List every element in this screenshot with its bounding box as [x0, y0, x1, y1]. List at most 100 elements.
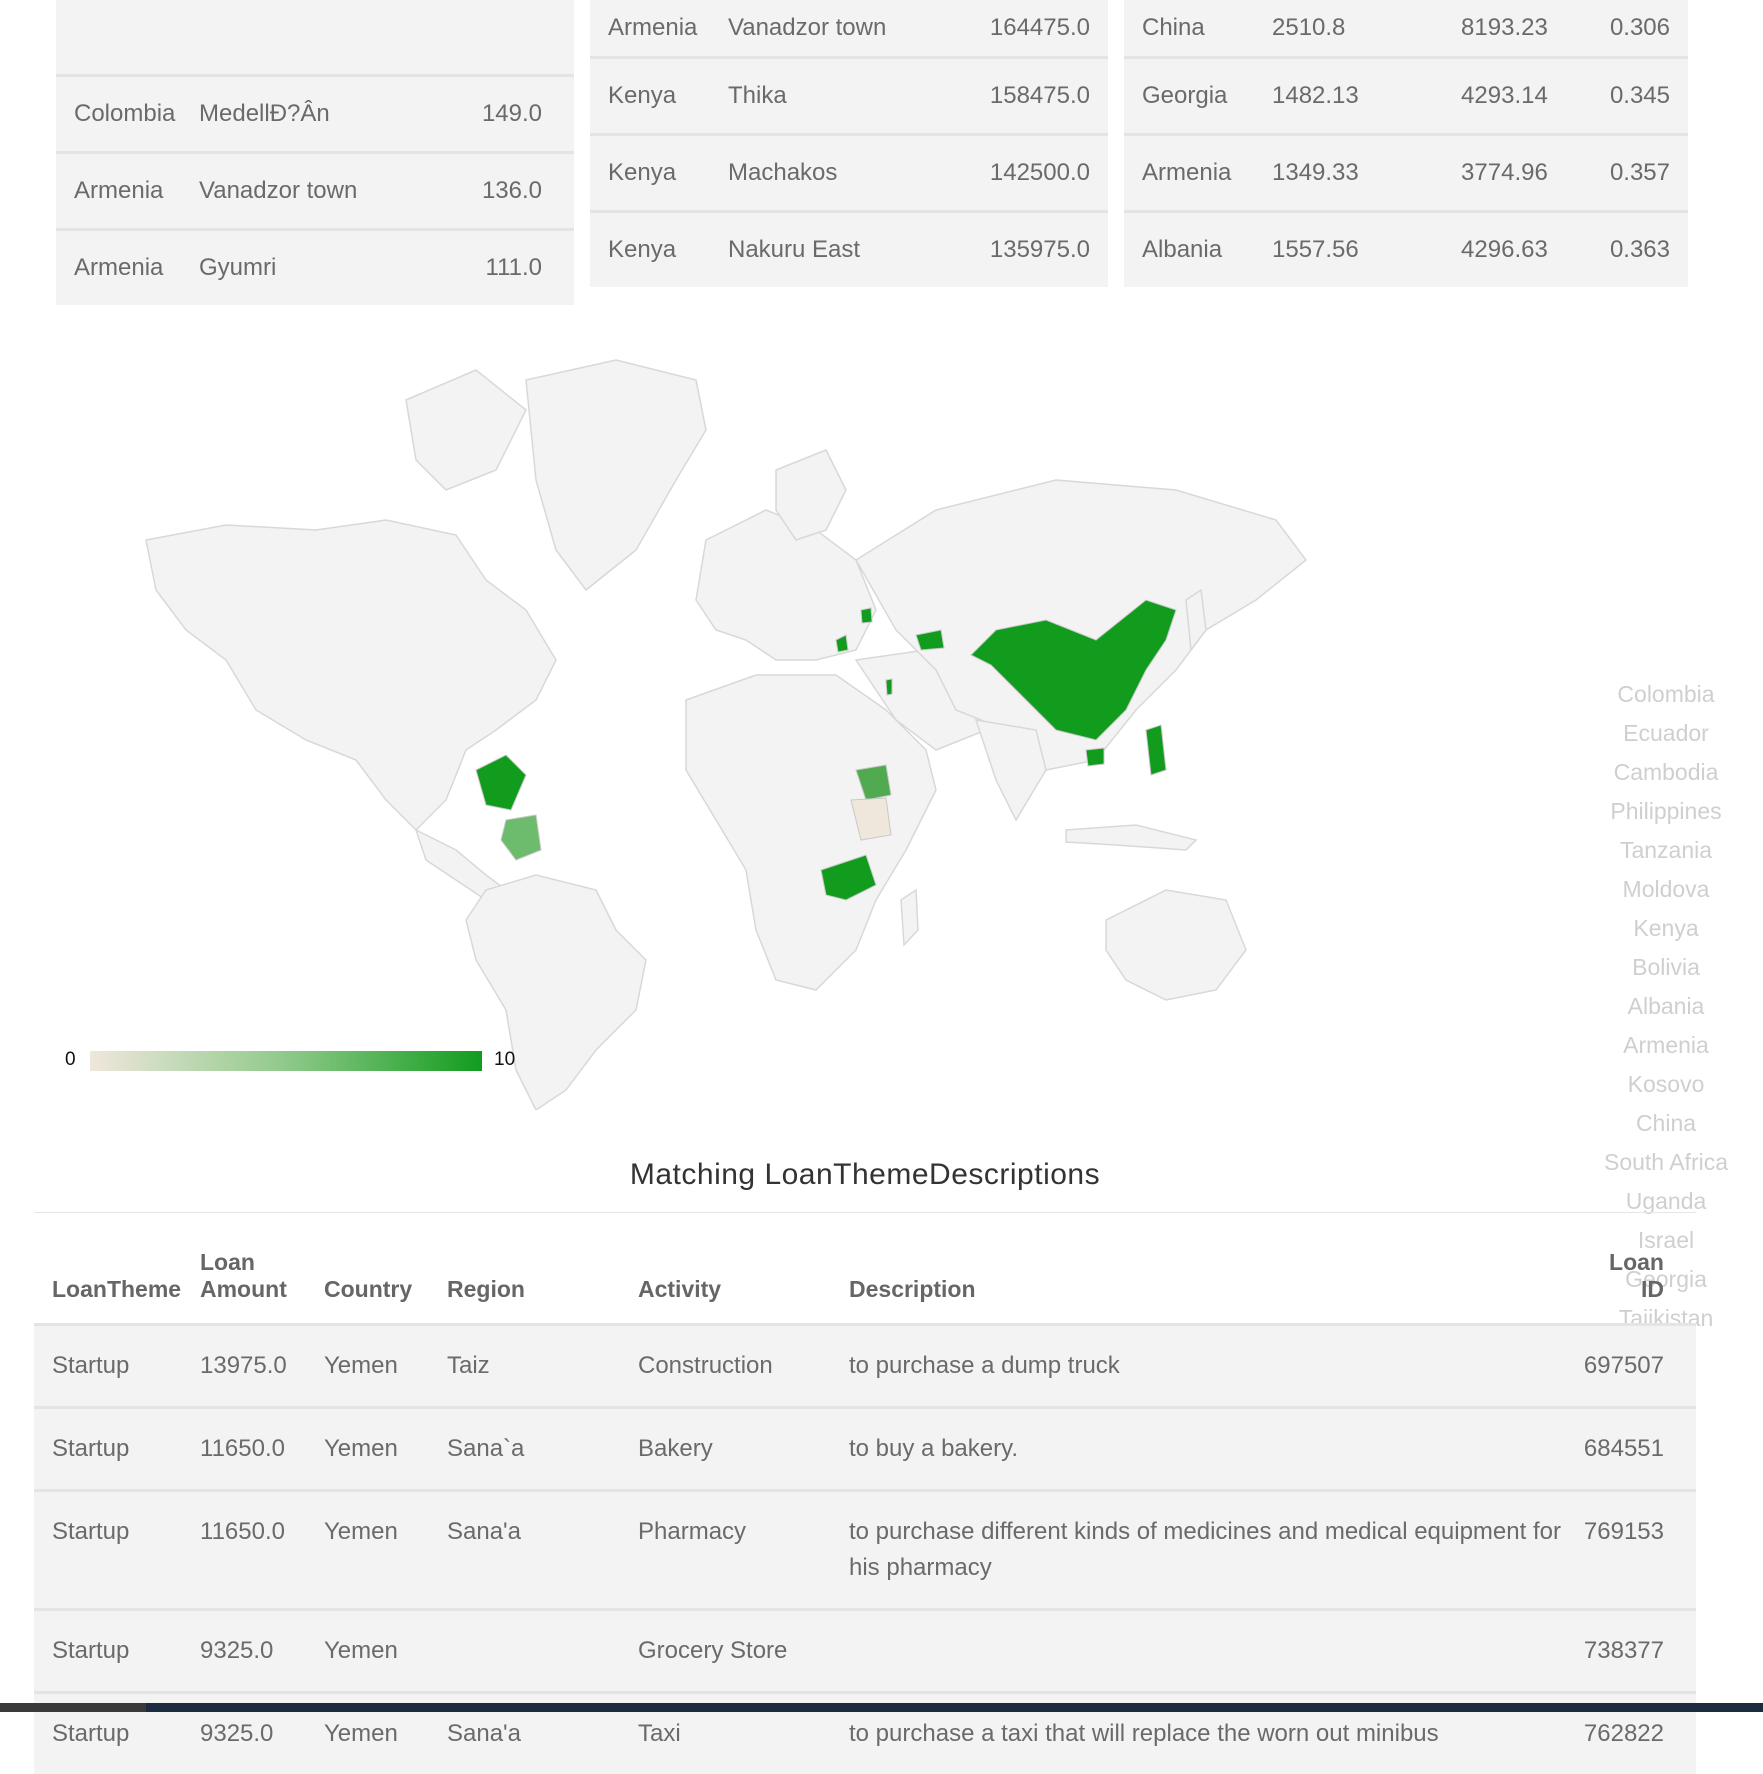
legend-country[interactable]: Kosovo: [1576, 1065, 1756, 1104]
legend-country[interactable]: Kenya: [1576, 909, 1756, 948]
cell-value: 142500.0: [945, 133, 1108, 212]
cambodia-region: [1085, 747, 1105, 767]
cell-loan-id: 738377: [1565, 1607, 1696, 1692]
cell-amount: 11650.0: [182, 1488, 306, 1609]
table-row: Georgia 1482.13 4293.14 0.345: [1124, 56, 1688, 135]
cell-loan-id: 769153: [1565, 1488, 1696, 1609]
header-region[interactable]: Region: [429, 1220, 620, 1324]
cell-region: Vanadzor town: [728, 14, 887, 41]
cell-a: 1349.33: [1272, 133, 1392, 212]
table-row: Kenya Nakuru East 135975.0: [590, 210, 1108, 287]
table-row: Kenya Thika 158475.0: [590, 56, 1108, 135]
cell-country: Yemen: [306, 1322, 429, 1407]
map-canvas[interactable]: [56, 330, 1356, 1110]
header-label-line2: Amount: [200, 1275, 287, 1302]
legend-country[interactable]: Colombia: [1576, 675, 1756, 714]
regions-count-table: Colombia MedellÐ?Ân 149.0 Armenia Vanadz…: [56, 0, 574, 305]
madagascar: [900, 888, 919, 947]
cell-country: Yemen: [306, 1405, 429, 1490]
table-row: [56, 0, 574, 76]
cell-description: to buy a bakery.: [831, 1405, 1566, 1490]
legend-country[interactable]: Ecuador: [1576, 714, 1756, 753]
indonesia: [1065, 824, 1198, 851]
loan-themes-table: LoanTheme Loan Amount Country Region Act…: [34, 1220, 1696, 1774]
cell-country: Colombia: [56, 74, 199, 153]
cell-theme: Startup: [34, 1322, 182, 1407]
scrollbar-thumb[interactable]: [0, 1703, 146, 1712]
cell-region: Taiz: [429, 1322, 620, 1407]
bolivia-region: [500, 814, 542, 861]
cell-region: [429, 1607, 620, 1692]
cell-theme: Startup: [34, 1488, 182, 1609]
legend-country[interactable]: Cambodia: [1576, 753, 1756, 792]
section-title: Matching LoanThemeDescriptions: [629, 1158, 1101, 1191]
cell-theme: Startup: [34, 1405, 182, 1490]
cell-region: Sana`a: [429, 1405, 620, 1490]
legend-country[interactable]: Bolivia: [1576, 948, 1756, 987]
cell-country: Armenia: [56, 228, 199, 305]
cell-activity: Pharmacy: [620, 1488, 831, 1609]
cell-country: Kenya: [590, 56, 728, 135]
cell-region: Machakos: [728, 133, 946, 212]
header-loan-theme[interactable]: LoanTheme: [34, 1220, 182, 1324]
header-loan-amount[interactable]: Loan Amount: [182, 1220, 306, 1324]
colorbar: [90, 1051, 482, 1071]
cell-loan-id: 684551: [1565, 1405, 1696, 1490]
cell-theme: Startup: [34, 1607, 182, 1692]
legend-country[interactable]: Moldova: [1576, 870, 1756, 909]
cell-c: 0.345: [1547, 56, 1688, 135]
cell-c: 0.306: [1609, 14, 1670, 41]
cell-value: 135975.0: [945, 210, 1108, 287]
legend-country[interactable]: Philippines: [1576, 792, 1756, 831]
table-row: Startup 9325.0 Yemen Grocery Store 73837…: [34, 1607, 1696, 1692]
legend-country[interactable]: Tanzania: [1576, 831, 1756, 870]
cell-region: MedellÐ?Ân: [199, 74, 437, 153]
header-activity[interactable]: Activity: [620, 1220, 831, 1324]
cell-b: 4293.14: [1392, 56, 1548, 135]
cell-region: Thika: [728, 56, 946, 135]
cell-description: to purchase a dump truck: [831, 1322, 1566, 1407]
arctic-islands: [405, 369, 527, 491]
europe: [695, 509, 877, 661]
cell-activity: Construction: [620, 1322, 831, 1407]
header-country[interactable]: Country: [306, 1220, 429, 1324]
cell-activity: Bakery: [620, 1405, 831, 1490]
cell-region: Vanadzor town: [199, 151, 437, 230]
israel-region: [885, 678, 893, 696]
cell-b: 4296.63: [1392, 210, 1548, 287]
cell-value: 164475.0: [989, 14, 1090, 41]
cell-region: Gyumri: [199, 228, 437, 305]
horizontal-scrollbar[interactable]: [0, 1703, 1763, 1712]
cell-country: Kenya: [590, 210, 728, 287]
australia: [1105, 889, 1247, 1001]
world-choropleth-map[interactable]: Colombia Ecuador Cambodia Philippines Ta…: [56, 330, 1763, 1331]
scandinavia: [775, 449, 847, 541]
header-description[interactable]: Description: [831, 1220, 1566, 1324]
cell-a: 1557.56: [1272, 210, 1392, 287]
cell-c: 0.357: [1547, 133, 1688, 212]
cell-activity: Grocery Store: [620, 1607, 831, 1692]
cell-a: 1482.13: [1272, 56, 1392, 135]
cell-amount: 13975.0: [182, 1322, 306, 1407]
table-row: Armenia Vanadzor town 164475.0: [590, 0, 1108, 58]
cell-country: Armenia: [1124, 133, 1272, 212]
south-america: [465, 874, 647, 1110]
table-row: Armenia 1349.33 3774.96 0.357: [1124, 133, 1688, 212]
greenland: [525, 359, 707, 592]
table-header-row: LoanTheme Loan Amount Country Region Act…: [34, 1220, 1696, 1324]
colorbar-min-label: 0: [65, 1049, 76, 1070]
cell-country: Kenya: [590, 133, 728, 212]
cell-country: China: [1142, 14, 1205, 41]
legend-country[interactable]: China: [1576, 1104, 1756, 1143]
cell-value: 149.0: [436, 74, 574, 153]
table-row: Kenya Machakos 142500.0: [590, 133, 1108, 212]
cell-description: [831, 1607, 1566, 1692]
india: [974, 719, 1047, 822]
header-loan-id[interactable]: Loan ID: [1566, 1220, 1696, 1324]
legend-country[interactable]: Albania: [1576, 987, 1756, 1026]
cell-value: 158475.0: [945, 56, 1108, 135]
legend-country[interactable]: Armenia: [1576, 1026, 1756, 1065]
cell-country: Georgia: [1124, 56, 1272, 135]
cell-region: Sana'a: [429, 1488, 620, 1609]
table-row: Colombia MedellÐ?Ân 149.0: [56, 74, 574, 153]
